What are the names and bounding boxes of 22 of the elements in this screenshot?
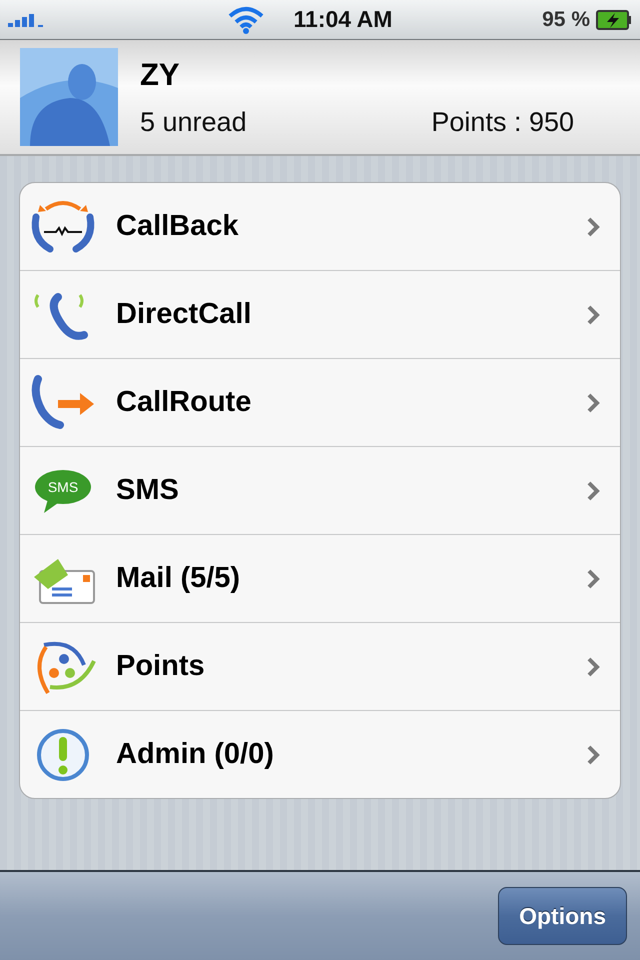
chevron-icon: [586, 304, 600, 326]
status-time: 11:04 AM: [294, 6, 392, 33]
chevron-icon: [586, 568, 600, 590]
unread-count: 5 unread: [140, 106, 247, 138]
chevron-icon: [586, 392, 600, 414]
battery-charging-icon: [596, 10, 632, 30]
user-name: ZY: [140, 56, 181, 92]
menu-item[interactable]: CallBack: [20, 183, 620, 270]
chevron-icon: [586, 216, 600, 238]
menu-item[interactable]: Admin (0/0): [20, 710, 620, 798]
points-total: Points : 950: [431, 106, 574, 138]
menu-item[interactable]: SMS SMS: [20, 446, 620, 534]
chevron-icon: [586, 744, 600, 766]
menu-item[interactable]: DirectCall: [20, 270, 620, 358]
options-button[interactable]: Options: [498, 887, 627, 945]
wifi-icon: [228, 6, 264, 34]
chevron-icon: [586, 656, 600, 678]
menu-item[interactable]: Mail (5/5): [20, 534, 620, 622]
menu-item[interactable]: CallRoute: [20, 358, 620, 446]
chevron-icon: [586, 480, 600, 502]
battery-percentage: 95 %: [542, 8, 590, 32]
menu-item[interactable]: Points: [20, 622, 620, 710]
